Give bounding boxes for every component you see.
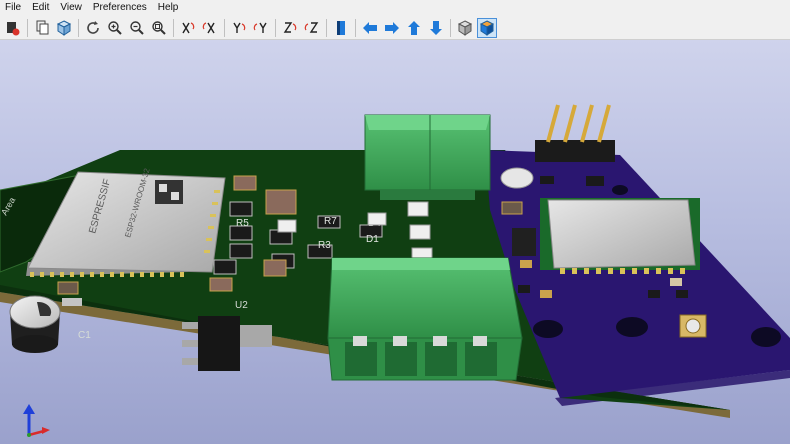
smd-part [501, 201, 523, 215]
rotate-z-cw-icon[interactable] [280, 18, 300, 38]
move-right-icon[interactable] [382, 18, 402, 38]
export-icon[interactable] [3, 18, 23, 38]
regulator-u2 [198, 316, 240, 371]
zoom-fit-icon[interactable] [149, 18, 169, 38]
ref-c1: C1 [78, 330, 91, 341]
3d-viewport[interactable]: Area ESPRESSIF ESP32-WROOM-32 C1 U2 R5 R… [0, 40, 790, 444]
toolbar-separator [450, 18, 451, 37]
render-mode-icon[interactable] [477, 17, 497, 38]
smd-part [670, 278, 682, 286]
move-up-icon[interactable] [404, 18, 424, 38]
ref-r3: R3 [318, 240, 331, 251]
mounting-hole [612, 185, 628, 195]
menu-file[interactable]: File [0, 0, 27, 16]
capacitor-top [9, 295, 61, 329]
rotate-x-ccw-icon[interactable] [200, 18, 220, 38]
toolbar-separator [355, 18, 356, 37]
menu-bar: File Edit View Preferences Help [0, 0, 790, 16]
zoom-in-icon[interactable] [105, 18, 125, 38]
toolbar-separator [27, 18, 28, 37]
module-qr-code [171, 192, 179, 200]
regulator-pin [182, 340, 198, 347]
menu-preferences[interactable]: Preferences [88, 0, 153, 16]
flip-board-icon[interactable] [331, 18, 351, 38]
rf-module-shield [547, 199, 696, 269]
terminal-block-top-face [365, 115, 490, 130]
menu-help[interactable]: Help [153, 0, 185, 16]
toolbar-separator [173, 18, 174, 37]
regulator-pin [182, 322, 198, 329]
toolbar [0, 16, 790, 40]
menu-view[interactable]: View [55, 0, 88, 16]
smd-part [648, 290, 660, 298]
ref-u2: U2 [235, 300, 248, 311]
mounting-hole [533, 320, 563, 338]
copy-icon[interactable] [32, 18, 52, 38]
rotate-y-ccw-icon[interactable] [251, 18, 271, 38]
toolbar-separator [224, 18, 225, 37]
regulator-tab [240, 325, 272, 347]
toolbar-separator [326, 18, 327, 37]
ref-r7: R7 [324, 216, 337, 227]
smd-part [57, 281, 79, 295]
mounting-hole [616, 317, 648, 337]
reload-board-icon[interactable] [54, 18, 74, 38]
ref-d1: D1 [366, 234, 379, 245]
coin-part [500, 167, 534, 189]
capacitor-base [12, 335, 58, 353]
pin-header-pins [546, 104, 611, 143]
move-left-icon[interactable] [360, 18, 380, 38]
pin-header [535, 140, 615, 162]
ref-r5: R5 [236, 218, 249, 229]
axis-gizmo [23, 404, 50, 437]
smd-part [520, 260, 532, 268]
ortho-icon[interactable] [455, 18, 475, 38]
rotate-y-cw-icon[interactable] [229, 18, 249, 38]
board-render: Area ESPRESSIF ESP32-WROOM-32 C1 U2 R5 R… [0, 104, 790, 437]
rotate-z-ccw-icon[interactable] [302, 18, 322, 38]
toolbar-separator [78, 18, 79, 37]
toolbar-separator [275, 18, 276, 37]
regulator-pin [182, 358, 198, 365]
zoom-out-icon[interactable] [127, 18, 147, 38]
ufl-connector [685, 318, 701, 334]
refresh-icon[interactable] [83, 18, 103, 38]
menu-edit[interactable]: Edit [27, 0, 55, 16]
module-qr-code [159, 184, 167, 192]
smd-part [518, 285, 530, 293]
mounting-hole [751, 327, 781, 347]
smd-part [540, 176, 554, 184]
smd-part [676, 290, 688, 298]
rotate-x-cw-icon[interactable] [178, 18, 198, 38]
smd-part [62, 298, 82, 306]
terminal-block-top-base [380, 190, 475, 200]
smd-part [586, 176, 604, 186]
move-down-icon[interactable] [426, 18, 446, 38]
purple-ic [512, 228, 536, 256]
terminal-block-bottom-face [332, 258, 510, 270]
smd-part [540, 290, 552, 298]
